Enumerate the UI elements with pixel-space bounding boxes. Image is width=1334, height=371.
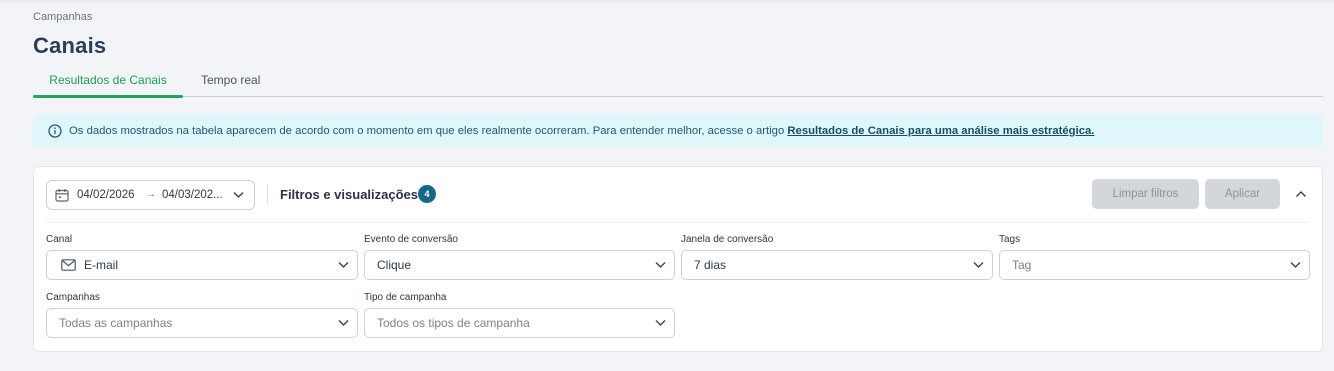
apply-button[interactable]: Aplicar: [1205, 179, 1280, 209]
campanhas-placeholder: Todas as campanhas: [59, 316, 173, 330]
calendar-icon: [55, 189, 69, 202]
filters-count-badge: 4: [418, 185, 436, 203]
info-text: Os dados mostrados na tabela aparecem de…: [69, 125, 788, 137]
chevron-down-icon: [655, 319, 666, 327]
date-start: 04/02/2026: [77, 189, 135, 201]
tab-tempo-real[interactable]: Tempo real: [201, 64, 260, 96]
evento-value: Clique: [377, 258, 412, 272]
page-title: Canais: [33, 33, 107, 58]
tipo-placeholder: Todos os tipos de campanha: [377, 316, 530, 330]
evento-select[interactable]: Clique: [364, 250, 675, 280]
info-message: Os dados mostrados na tabela aparecem de…: [69, 114, 1094, 148]
canal-select[interactable]: E-mail: [46, 250, 358, 280]
chevron-down-icon: [233, 191, 244, 199]
clear-filters-button[interactable]: Limpar filtros: [1092, 179, 1199, 209]
tags-label: Tags: [999, 234, 1021, 245]
chevron-up-icon[interactable]: [1295, 189, 1307, 199]
tags-placeholder: Tag: [1012, 258, 1032, 272]
chevron-down-icon: [338, 261, 349, 269]
filters-title: Filtros e visualizações: [280, 187, 419, 202]
info-banner: Os dados mostrados na tabela aparecem de…: [33, 114, 1323, 148]
top-shadow: [0, 0, 1334, 4]
chevron-down-icon: [655, 261, 666, 269]
chevron-down-icon: [338, 319, 349, 327]
janela-label: Janela de conversão: [681, 234, 774, 245]
tab-resultados-de-canais[interactable]: Resultados de Canais: [33, 64, 183, 98]
campanhas-label: Campanhas: [46, 292, 100, 303]
info-article-link[interactable]: Resultados de Canais para uma análise ma…: [787, 125, 1094, 137]
date-end: 04/03/202...: [162, 189, 223, 201]
canal-value: E-mail: [84, 258, 119, 272]
evento-label: Evento de conversão: [364, 234, 458, 245]
mail-icon: [61, 259, 76, 271]
tipo-select[interactable]: Todos os tipos de campanha: [364, 308, 675, 338]
date-range-picker[interactable]: 04/02/2026 → 04/03/202...: [46, 180, 255, 210]
canal-label: Canal: [46, 234, 73, 245]
divider: [46, 222, 1310, 223]
janela-select[interactable]: 7 dias: [681, 250, 993, 280]
filters-card: 04/02/2026 → 04/03/202... Filtros e visu…: [33, 166, 1323, 352]
chevron-down-icon: [973, 261, 984, 269]
divider: [267, 184, 268, 205]
janela-value: 7 dias: [694, 258, 727, 272]
arrow-right-icon: →: [146, 189, 156, 200]
breadcrumb[interactable]: Campanhas: [33, 11, 92, 23]
campanhas-select[interactable]: Todas as campanhas: [46, 308, 358, 338]
info-circle-icon: [48, 124, 62, 138]
chevron-down-icon: [1290, 261, 1301, 269]
tipo-label: Tipo de campanha: [364, 292, 447, 303]
tags-select[interactable]: Tag: [999, 250, 1310, 280]
tab-bar: Resultados de Canais Tempo real: [33, 64, 1323, 98]
